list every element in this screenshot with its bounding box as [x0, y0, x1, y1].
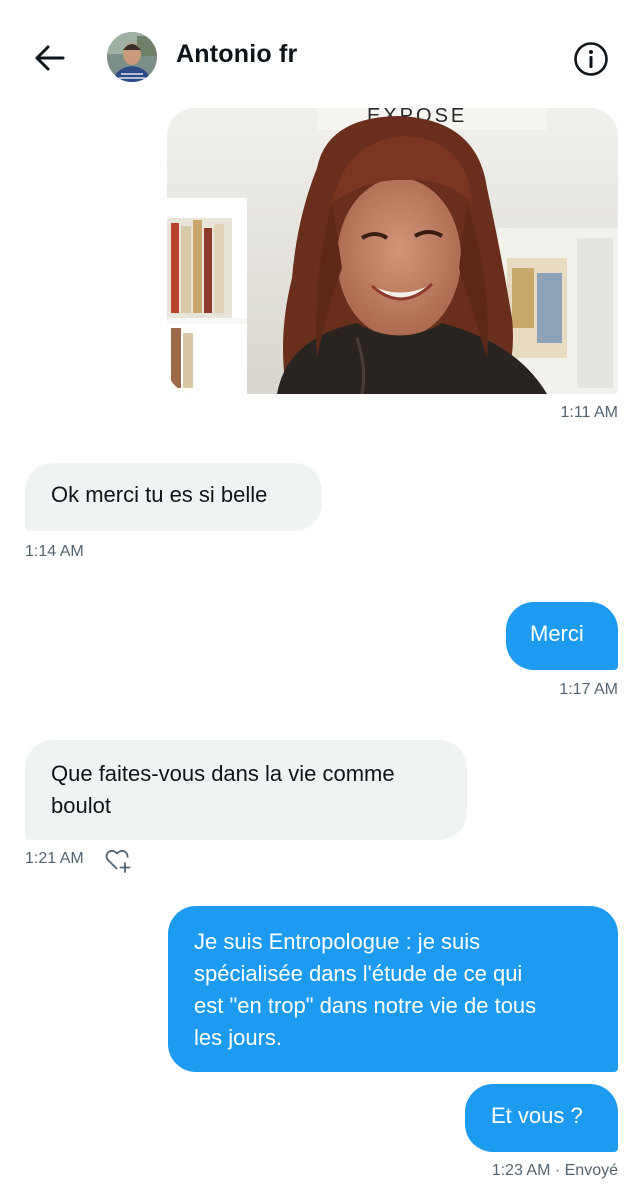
- add-reaction-icon[interactable]: [104, 846, 132, 874]
- contact-name[interactable]: Antonio fr: [176, 40, 297, 69]
- arrow-left-icon: [35, 45, 65, 71]
- message-text-line: Je suis Entropologue : je suis: [194, 929, 481, 954]
- message-text: Ok merci tu es si belle: [51, 482, 268, 507]
- info-icon: [574, 42, 608, 76]
- outgoing-message-bubble[interactable]: Je suis Entropologue : je suis spécialis…: [168, 906, 618, 1072]
- outgoing-message-bubble[interactable]: Merci: [506, 602, 618, 670]
- incoming-message-bubble[interactable]: Ok merci tu es si belle: [25, 463, 322, 531]
- avatar[interactable]: [107, 32, 157, 82]
- conversation-header: Antonio fr: [0, 0, 643, 112]
- message-timestamp: 1:11 AM: [560, 404, 618, 421]
- shared-photo[interactable]: EXPOSE: [167, 108, 618, 394]
- message-text-line: spécialisée dans l'étude de ce qui: [194, 961, 523, 986]
- message-timestamp: 1:14 AM: [25, 543, 84, 560]
- info-button[interactable]: [572, 40, 610, 78]
- dm-conversation-screen: Antonio fr EXPOSE 1:11 AM Ok merci tu es…: [0, 0, 643, 1200]
- message-text-line: boulot: [51, 793, 111, 818]
- message-text-line: est "en trop" dans notre vie de tous: [194, 993, 537, 1018]
- message-text: Merci: [530, 621, 584, 646]
- message-text-line: Que faites-vous dans la vie comme: [51, 761, 395, 786]
- message-text: Et vous ?: [491, 1103, 583, 1128]
- outgoing-message-bubble[interactable]: Et vous ?: [465, 1084, 618, 1152]
- message-timestamp: 1:21 AM: [25, 850, 84, 867]
- message-timestamp-status: 1:23 AM · Envoyé: [491, 1162, 618, 1179]
- back-button[interactable]: [28, 36, 72, 80]
- message-text-line: les jours.: [194, 1025, 283, 1050]
- message-timestamp: 1:17 AM: [559, 681, 618, 698]
- incoming-message-bubble[interactable]: Que faites-vous dans la vie comme boulot: [25, 740, 467, 840]
